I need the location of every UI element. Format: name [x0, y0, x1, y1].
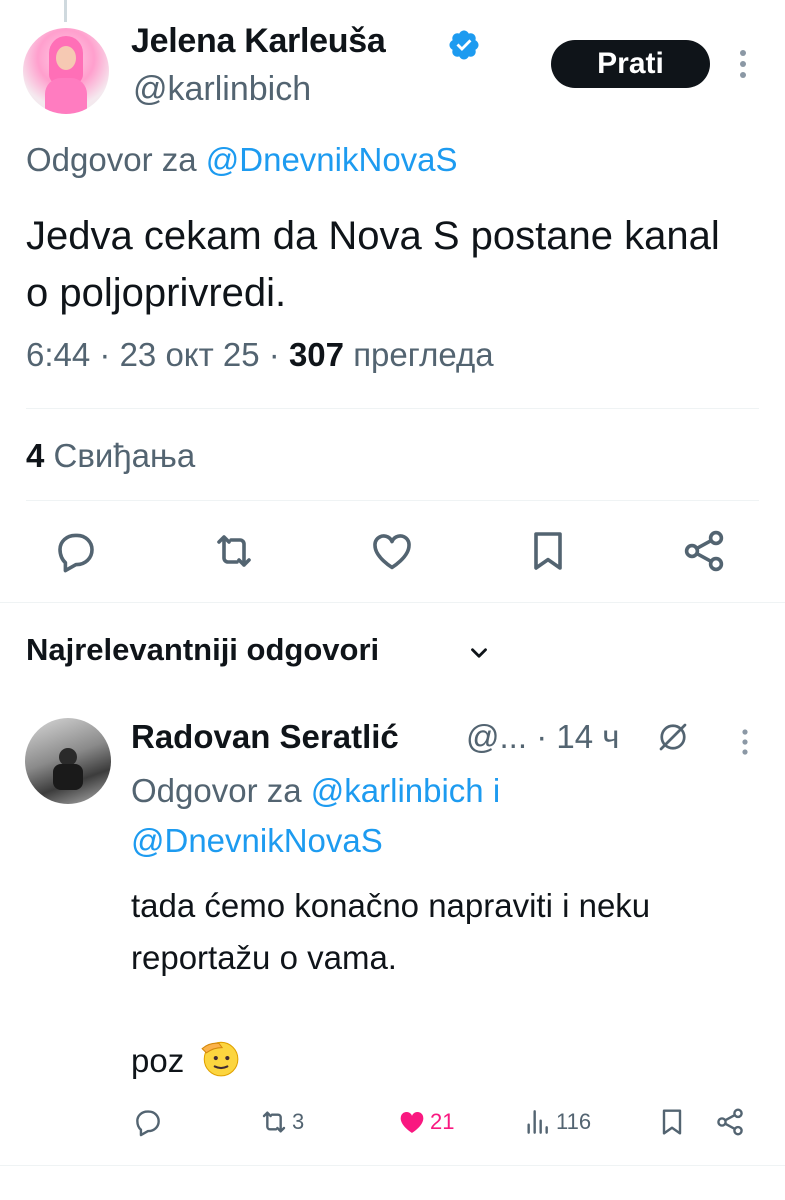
- reply-mention-link[interactable]: @DnevnikNovaS: [206, 141, 458, 178]
- bookmark-icon: [662, 1109, 682, 1135]
- reply-views-button[interactable]: 116: [522, 1104, 591, 1140]
- reply-mention-link[interactable]: @DnevnikNovaS: [131, 822, 383, 859]
- reply-handle[interactable]: @...: [466, 718, 527, 755]
- reply-age[interactable]: 14 ч: [556, 718, 619, 755]
- reply-context: Odgovor za @DnevnikNovaS: [26, 141, 458, 179]
- replies-sort-title[interactable]: Najrelevantniji odgovori: [26, 632, 379, 668]
- reply-signoff: poz: [131, 1042, 185, 1079]
- reply-bookmark-button[interactable]: [656, 1104, 688, 1140]
- reply-like-button[interactable]: 21: [396, 1104, 454, 1140]
- views-icon: [527, 1110, 548, 1134]
- reply-prefix: Odgovor za: [26, 141, 197, 178]
- retweet-icon: [262, 1111, 286, 1133]
- reply-text: tada ćemo konačno napraviti i neku repor…: [131, 887, 651, 976]
- divider: [26, 408, 759, 409]
- divider: [26, 500, 759, 501]
- avatar[interactable]: [23, 28, 109, 114]
- meta-separator: ·: [268, 336, 280, 373]
- tweet-text: Jedva cekam da Nova S postane kanal o po…: [26, 214, 720, 315]
- author-name[interactable]: Jelena Karleuša: [131, 22, 386, 61]
- tweet-time[interactable]: 6:44: [26, 336, 90, 373]
- likes-count: 4: [26, 437, 45, 474]
- likes-summary[interactable]: 4 Свиђања: [26, 437, 195, 475]
- like-icon[interactable]: [368, 527, 416, 575]
- bookmark-icon[interactable]: [524, 527, 572, 575]
- views-count: 116: [556, 1109, 592, 1134]
- tweet-date[interactable]: 23 окт 25: [120, 336, 260, 373]
- reply-mention-link[interactable]: @karlinbich: [311, 772, 484, 809]
- retweet-count: 3: [292, 1109, 305, 1134]
- reply-text-signoff: poz: [131, 1036, 241, 1080]
- like-icon: [400, 1111, 424, 1133]
- section-divider: [0, 602, 785, 603]
- grok-icon[interactable]: [655, 719, 691, 755]
- likes-label: Свиђања: [53, 437, 196, 474]
- more-icon[interactable]: [731, 44, 755, 84]
- verified-badge-icon: [449, 30, 479, 60]
- reply-handle-age: @... · 14 ч: [466, 718, 619, 756]
- reply-author-name[interactable]: Radovan Seratlić: [131, 718, 399, 756]
- reply-icon: [136, 1110, 160, 1137]
- reply-share-button[interactable]: [714, 1104, 746, 1140]
- bottom-divider: [0, 1165, 785, 1166]
- chevron-down-icon[interactable]: [466, 640, 492, 666]
- thread-line: [64, 0, 67, 22]
- reply-retweet-button[interactable]: 3: [258, 1104, 304, 1140]
- retweet-icon[interactable]: [210, 527, 258, 575]
- author-handle[interactable]: @karlinbich: [133, 70, 311, 109]
- follow-button[interactable]: Prati: [551, 40, 710, 88]
- share-icon: [717, 1108, 743, 1136]
- reply-joiner: i: [492, 772, 501, 809]
- reply-avatar[interactable]: [25, 718, 111, 804]
- like-count: 21: [430, 1109, 455, 1134]
- meta-separator: ·: [99, 336, 111, 373]
- more-icon[interactable]: [733, 726, 757, 758]
- reply-separator: ·: [536, 718, 548, 755]
- reply-context: Odgovor za @karlinbich i @DnevnikNovaS: [131, 766, 731, 866]
- reply-icon[interactable]: [52, 527, 100, 575]
- salute-emoji-icon: [201, 1041, 239, 1077]
- views-label: прегледа: [353, 336, 494, 373]
- reply-prefix: Odgovor za: [131, 772, 302, 809]
- share-icon[interactable]: [680, 527, 728, 575]
- views-count: 307: [288, 336, 345, 373]
- tweet-meta: 6:44 · 23 окт 25 · 307 прегледа: [26, 336, 494, 374]
- reply-reply-button[interactable]: [132, 1104, 164, 1140]
